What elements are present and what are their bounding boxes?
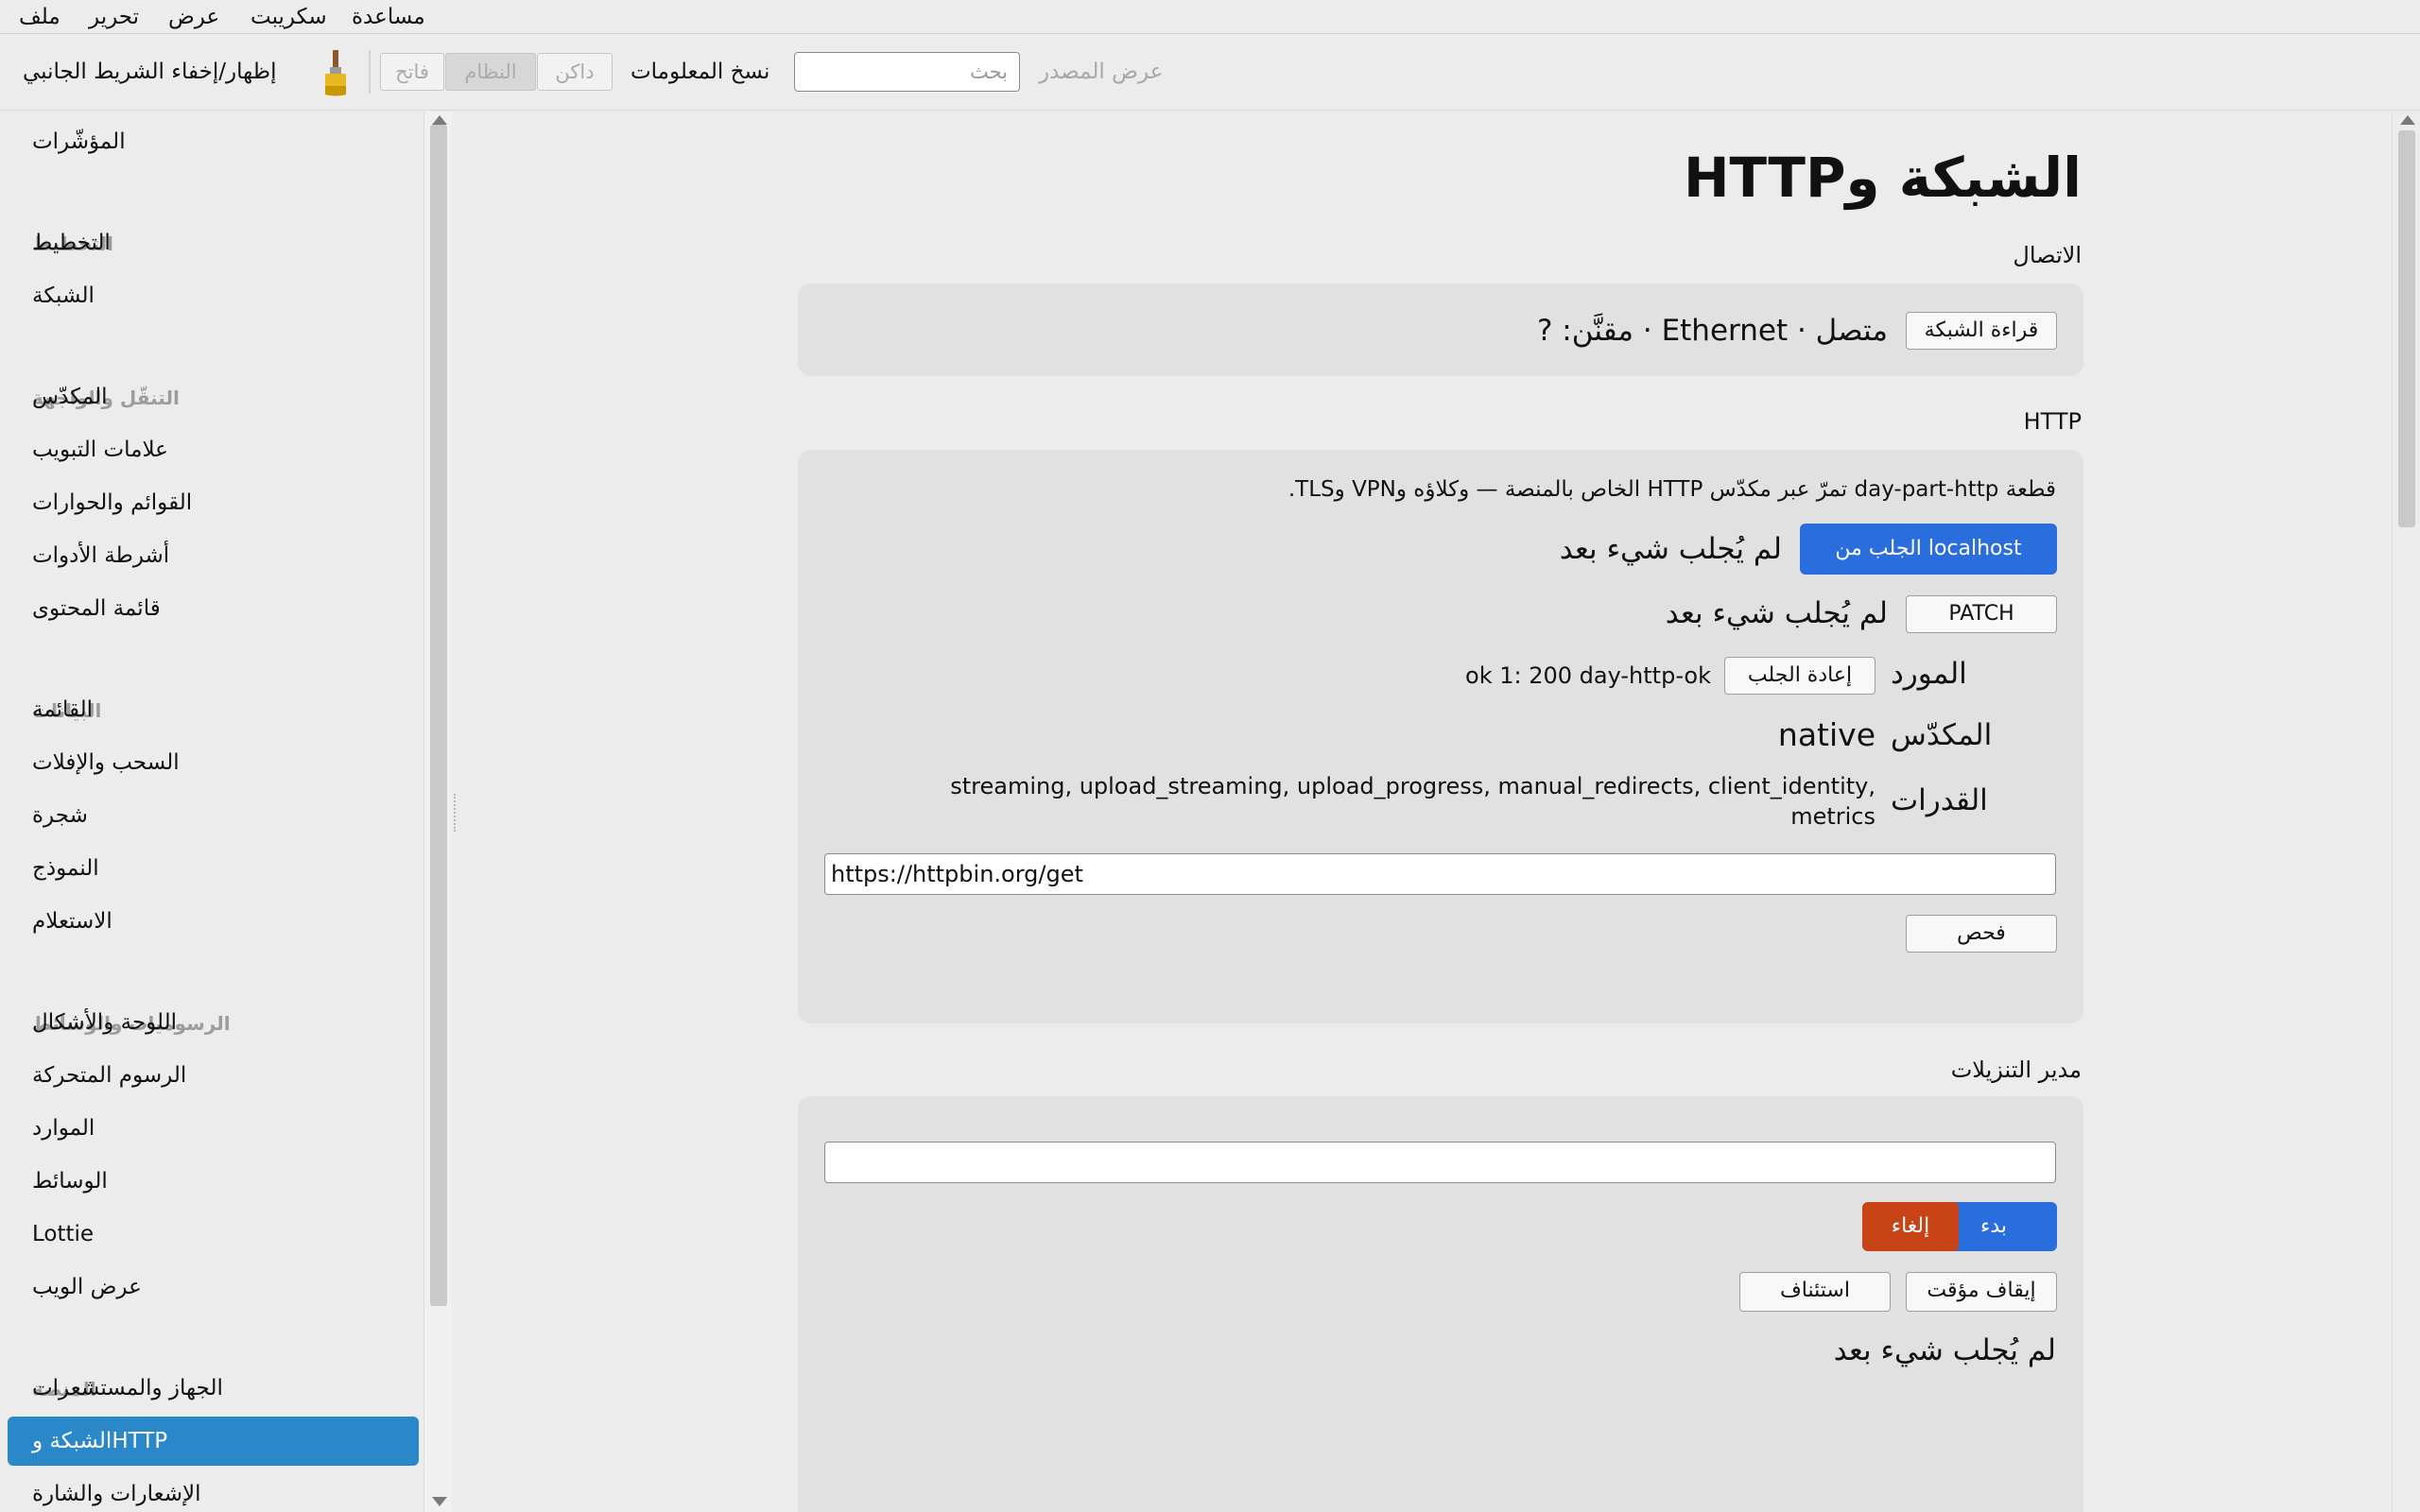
paintbrush-icon[interactable] <box>321 48 350 97</box>
page-title: الشبكة وHTTP <box>1683 146 2082 210</box>
sidebar-item[interactable]: اللوحة والأشكال <box>8 998 419 1047</box>
sidebar-item[interactable]: القائمة <box>8 685 419 734</box>
toolbar: إظهار/إخفاء الشريط الجانبي فاتح النظام د… <box>0 35 2420 111</box>
stack-label: المكدّس <box>1891 718 1993 752</box>
downloads-section-title: مدير التنزيلات <box>1950 1057 2082 1083</box>
http-description: قطعة day-part-http تمرّ عبر مكدّس HTTP ا… <box>1288 477 2056 502</box>
menu-view[interactable]: عرض <box>168 2 219 32</box>
http-section-title: HTTP <box>2023 408 2082 435</box>
connection-status: متصل · Ethernet · مقنَّن: ? <box>1537 314 1888 348</box>
sidebar: المؤشّرات التخطيط التخطيط الشبكة التنقّل وال… <box>0 112 424 1512</box>
sidebar-scrollbar[interactable] <box>424 112 452 1512</box>
sidebar-item[interactable]: علامات التبويب <box>8 425 419 474</box>
toolbar-divider <box>369 50 371 94</box>
sidebar-item[interactable]: الجهاز والمستشعرات <box>8 1364 419 1413</box>
scroll-down-arrow-icon[interactable] <box>432 1497 447 1506</box>
menu-bar: ملف تحرير عرض سكريبت مساعدة <box>0 0 2420 34</box>
stack-value: native <box>1777 716 1876 753</box>
sidebar-item[interactable]: عرض الويب <box>8 1263 419 1312</box>
connection-section-title: الاتصال <box>2013 242 2082 268</box>
sidebar-item[interactable]: الإشعارات والشارة <box>8 1469 419 1512</box>
refetch-button[interactable]: إعادة الجلب <box>1724 657 1876 695</box>
copy-info-button[interactable]: نسخ المعلومات <box>631 57 769 87</box>
capabilities-line-1: streaming, upload_streaming, upload_prog… <box>950 773 1876 799</box>
main-scroll-thumb[interactable] <box>2398 130 2415 527</box>
main-scroll-up-arrow-icon[interactable] <box>2400 115 2415 125</box>
theme-system-button[interactable]: النظام <box>445 53 536 91</box>
resume-download-button[interactable]: استئناف <box>1739 1272 1891 1312</box>
theme-light-button[interactable]: فاتح <box>380 53 444 91</box>
resource-value: ok 1: 200 day-http-ok <box>1465 662 1711 689</box>
patch-status: لم يُجلب شيء بعد <box>1665 596 1888 630</box>
sidebar-item[interactable]: الرسوم المتحركة <box>8 1051 419 1100</box>
sidebar-item[interactable]: الشبكة وHTTP <box>8 1417 419 1466</box>
download-status: لم يُجلب شيء بعد <box>1833 1333 2056 1367</box>
fetch-status: لم يُجلب شيء بعد <box>1559 532 1782 566</box>
patch-button[interactable]: PATCH <box>1906 595 2057 633</box>
main-scrollbar[interactable] <box>2392 112 2420 1512</box>
menu-script[interactable]: سكريبت <box>251 2 327 32</box>
sidebar-item[interactable]: السحب والإفلات <box>8 738 419 787</box>
resource-label: المورد <box>1891 657 1967 691</box>
fetch-localhost-button[interactable]: الجلب من localhost <box>1800 524 2057 575</box>
sidebar-item[interactable]: Lottie <box>8 1210 419 1259</box>
cancel-download-button[interactable]: إلغاء <box>1862 1202 1959 1251</box>
menu-help[interactable]: مساعدة <box>352 2 425 32</box>
view-source-button[interactable]: عرض المصدر <box>1039 57 1163 87</box>
sidebar-scroll-thumb[interactable] <box>430 125 447 1306</box>
download-url-input[interactable] <box>824 1142 2056 1183</box>
splitter-handle[interactable] <box>454 794 458 832</box>
sidebar-item[interactable]: الموارد <box>8 1104 419 1153</box>
capabilities-label: القدرات <box>1891 783 1988 817</box>
toggle-sidebar-button[interactable]: إظهار/إخفاء الشريط الجانبي <box>23 57 276 87</box>
search-input[interactable] <box>794 52 1020 92</box>
check-button[interactable]: فحص <box>1906 915 2057 953</box>
sidebar-item[interactable]: شجرة <box>8 791 419 840</box>
pause-download-button[interactable]: إيقاف مؤقت <box>1906 1272 2057 1312</box>
scroll-up-arrow-icon[interactable] <box>432 115 447 125</box>
read-network-button[interactable]: قراءة الشبكة <box>1906 312 2057 350</box>
sidebar-item[interactable]: التخطيط <box>8 218 419 267</box>
sidebar-item[interactable]: المؤشّرات <box>8 117 419 166</box>
sidebar-item[interactable]: الوسائط <box>8 1157 419 1206</box>
sidebar-item[interactable]: النموذج <box>8 844 419 893</box>
theme-dark-button[interactable]: داكن <box>537 53 613 91</box>
menu-file[interactable]: ملف <box>19 2 60 32</box>
sidebar-item[interactable]: الاستعلام <box>8 897 419 946</box>
sidebar-item[interactable]: الشبكة <box>8 271 419 320</box>
capabilities-line-2: metrics <box>1790 803 1876 830</box>
sidebar-item[interactable]: القوائم والحوارات <box>8 478 419 527</box>
sidebar-item[interactable]: أشرطة الأدوات <box>8 531 419 580</box>
url-input[interactable] <box>824 853 2056 895</box>
menu-edit[interactable]: تحرير <box>89 2 139 32</box>
sidebar-item[interactable]: المكدّس <box>8 372 419 421</box>
sidebar-item[interactable]: قائمة المحتوى <box>8 584 419 633</box>
